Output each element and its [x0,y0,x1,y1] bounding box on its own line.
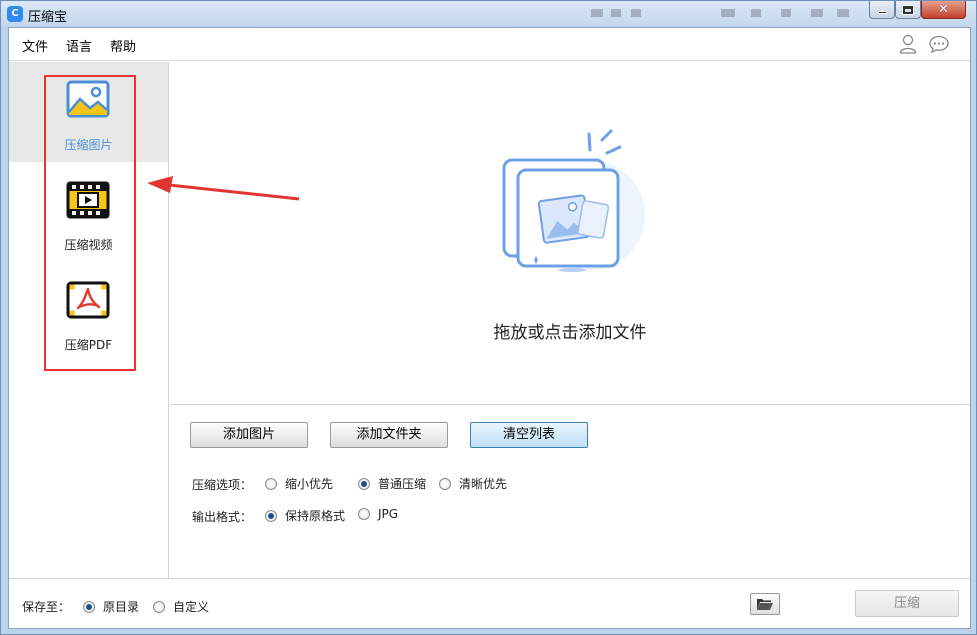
pdf-icon [66,281,110,319]
chat-icon[interactable] [929,35,949,53]
radio-label: 原目录 [103,600,140,614]
compress-options-label: 压缩选项： [192,478,253,492]
menu-language[interactable]: 语言 [66,36,92,55]
file-drop-zone[interactable]: 拖放或点击添加文件 [170,62,970,405]
app-window: C 压缩宝 ✕ 文件 语言 帮助 压缩图片 压缩视频 压缩PDF 拖放或点击添加… [0,0,977,635]
menu-file[interactable]: 文件 [22,36,48,55]
radio-indicator [265,509,277,522]
options-panel: 添加图片 添加文件夹 清空列表 压缩选项： 缩小优先 普通压缩 清晰优先 输出格… [170,406,970,578]
image-icon [66,80,110,118]
maximize-button[interactable] [895,1,921,19]
output-format-label: 输出格式： [192,510,253,524]
footer-bar: 保存至： 原目录 自定义 压缩 [9,578,970,628]
radio-shrink-priority[interactable]: 缩小优先 [265,475,333,492]
folder-icon [757,599,773,610]
drop-zone-hint: 拖放或点击添加文件 [493,323,647,343]
minimize-button[interactable] [869,1,895,19]
sidebar-item-compress-pdf[interactable]: 压缩PDF [9,262,168,362]
radio-clarity-priority[interactable]: 清晰优先 [439,475,507,492]
radio-custom-directory[interactable]: 自定义 [153,598,209,615]
radio-original-directory[interactable]: 原目录 [83,598,139,615]
app-logo-icon: C [7,6,23,22]
compress-button[interactable]: 压缩 [855,590,959,617]
radio-label: 保持原格式 [285,509,346,523]
menu-bar: 文件 语言 帮助 [9,28,970,61]
radio-indicator [358,508,370,520]
radio-label: 缩小优先 [285,477,334,491]
sidebar-item-compress-video[interactable]: 压缩视频 [9,162,168,262]
background-toolbar-ghost [591,9,849,17]
save-to-label: 保存至： [22,600,71,614]
close-icon: ✕ [938,1,949,17]
client-area: 文件 语言 帮助 压缩图片 压缩视频 压缩PDF 拖放或点击添加文件 添加图片 … [8,27,971,629]
user-icon[interactable] [899,34,917,54]
radio-keep-format[interactable]: 保持原格式 [265,507,345,524]
radio-indicator [265,477,277,490]
minimize-icon [877,11,887,14]
sidebar-item-label: 压缩PDF [64,338,113,352]
add-image-button[interactable]: 添加图片 [190,422,308,448]
radio-indicator [153,600,165,613]
sidebar-item-label: 压缩图片 [64,138,113,152]
radio-label: 普通压缩 [378,477,427,491]
radio-indicator [83,600,95,613]
menu-help[interactable]: 帮助 [110,36,136,55]
radio-label: JPG [378,507,399,521]
open-folder-button[interactable] [750,593,780,615]
add-folder-button[interactable]: 添加文件夹 [330,422,448,448]
radio-jpg[interactable]: JPG [358,507,398,521]
maximize-icon [902,4,914,15]
clear-list-button[interactable]: 清空列表 [470,422,588,448]
radio-indicator [439,477,451,490]
radio-indicator [358,477,370,490]
sidebar-item-compress-image[interactable]: 压缩图片 [9,62,168,162]
sidebar: 压缩图片 压缩视频 压缩PDF [9,62,169,578]
radio-normal-compress[interactable]: 普通压缩 [358,475,426,492]
radio-label: 清晰优先 [459,477,508,491]
video-icon [66,181,110,219]
radio-label: 自定义 [173,600,210,614]
title-bar[interactable]: C 压缩宝 ✕ [1,1,976,27]
add-file-illustration-icon [502,129,645,272]
window-title: 压缩宝 [28,10,68,25]
sidebar-item-label: 压缩视频 [64,238,113,252]
close-button[interactable]: ✕ [921,1,966,19]
